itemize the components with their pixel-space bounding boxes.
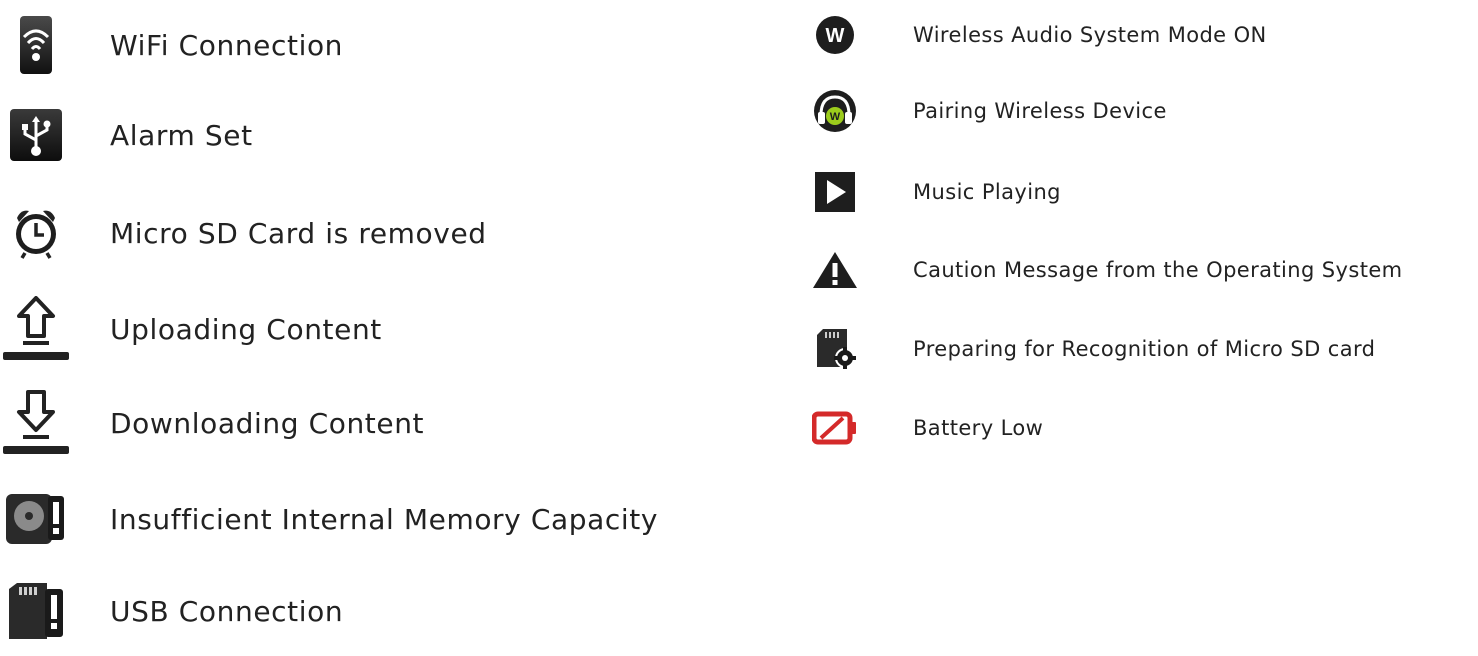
legend-label: Downloading Content (110, 406, 425, 440)
legend-row-alarm-set: Alarm Set (0, 90, 252, 180)
legend-label: Battery Low (913, 416, 1044, 440)
legend-row-pairing: W Pairing Wireless Device (800, 76, 1166, 146)
legend-label: USB Connection (110, 594, 344, 628)
legend-label: Alarm Set (110, 118, 253, 152)
play-icon (800, 162, 870, 222)
caution-icon (800, 240, 870, 300)
legend-row-memory: Insufficient Internal Memory Capacity (0, 474, 657, 564)
usb-icon (0, 99, 72, 171)
legend-label: Preparing for Recognition of Micro SD ca… (913, 337, 1376, 361)
upload-icon (0, 293, 72, 365)
legend-row-preparing-sd: Preparing for Recognition of Micro SD ca… (800, 314, 1375, 384)
memory-warning-icon (0, 483, 72, 555)
legend-label: Micro SD Card is removed (110, 216, 487, 250)
legend-row-music: Music Playing (800, 157, 1061, 227)
sd-card-warning-icon (0, 575, 72, 647)
legend-row-wireless-audio: W Wireless Audio System Mode ON (800, 0, 1266, 70)
legend-label: WiFi Connection (110, 28, 344, 62)
legend-row-sd-removed: Micro SD Card is removed (0, 188, 486, 278)
legend-label: Pairing Wireless Device (913, 99, 1167, 123)
legend-label: Caution Message from the Operating Syste… (913, 258, 1403, 282)
legend-label: Insufficient Internal Memory Capacity (110, 502, 659, 536)
sd-card-preparing-icon (800, 319, 870, 379)
legend-row-caution: Caution Message from the Operating Syste… (800, 235, 1402, 305)
legend-row-uploading: Uploading Content (0, 284, 381, 374)
legend-row-wifi: WiFi Connection (0, 0, 342, 90)
battery-low-icon (800, 398, 870, 458)
legend-row-downloading: Downloading Content (0, 378, 424, 468)
legend-row-usb-connection: USB Connection (0, 566, 343, 656)
legend-label: Music Playing (913, 180, 1061, 204)
alarm-clock-icon (0, 197, 72, 269)
legend-label: Wireless Audio System Mode ON (913, 23, 1267, 47)
legend-row-battery: Battery Low (800, 393, 1043, 463)
svg-text:W: W (830, 111, 841, 123)
svg-text:W: W (826, 25, 845, 47)
wireless-audio-icon: W (800, 5, 870, 65)
headphones-pairing-icon: W (800, 81, 870, 141)
download-icon (0, 387, 72, 459)
wifi-icon (0, 9, 72, 81)
legend-label: Uploading Content (110, 312, 382, 346)
